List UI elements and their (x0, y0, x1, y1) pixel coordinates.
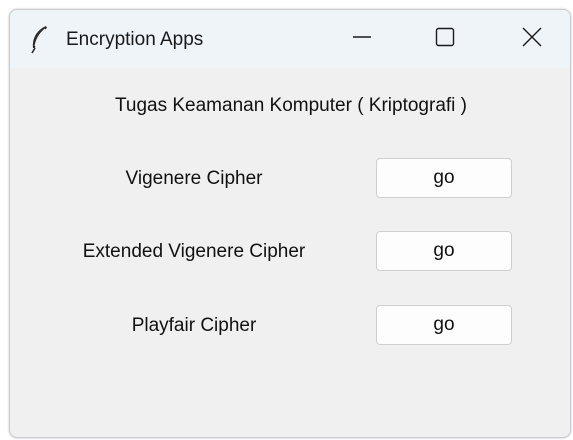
playfair-cipher-label: Playfair Cipher (131, 315, 257, 336)
page-heading: Tugas Keamanan Komputer ( Kriptografi ) (114, 95, 468, 116)
playfair-go-button[interactable]: go (376, 305, 512, 345)
feather-icon (28, 24, 50, 54)
vigenere-cipher-label: Vigenere Cipher (125, 168, 263, 189)
close-button[interactable] (502, 10, 562, 68)
extended-vigenere-go-button[interactable]: go (376, 231, 512, 271)
extended-vigenere-cipher-label: Extended Vigenere Cipher (82, 241, 306, 262)
close-icon (522, 27, 542, 52)
window-title: Encryption Apps (66, 29, 204, 50)
minimize-button[interactable] (332, 10, 392, 68)
vigenere-go-button[interactable]: go (376, 158, 512, 198)
minimize-icon (352, 27, 372, 52)
app-window: Encryption Apps Tugas Keamanan Komputer … (9, 9, 571, 438)
title-bar[interactable]: Encryption Apps (10, 10, 570, 68)
maximize-icon (435, 27, 455, 52)
maximize-button[interactable] (415, 10, 475, 68)
